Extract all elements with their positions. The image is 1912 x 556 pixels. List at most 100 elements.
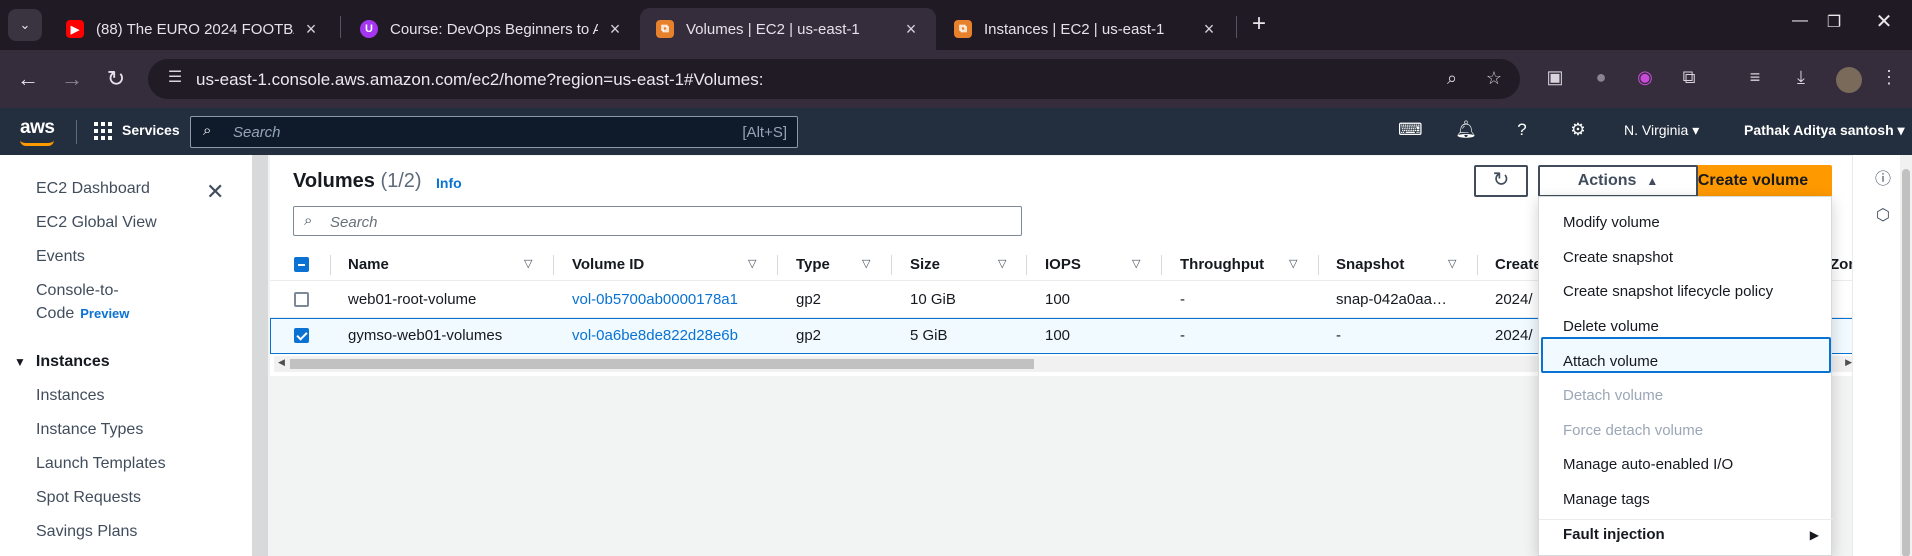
tab-youtube[interactable]: ▶ (88) The EURO 2024 FOOTBALL × (50, 8, 336, 50)
refresh-button[interactable]: ↻ (1474, 165, 1528, 197)
sort-icon[interactable]: ▽ (748, 257, 756, 270)
column-header-name[interactable]: Name (348, 256, 389, 273)
page-scrollbar[interactable] (1900, 155, 1912, 556)
close-icon[interactable]: × (1198, 19, 1220, 40)
extension-icon[interactable]: ● (1588, 67, 1614, 93)
new-tab-button[interactable]: + (1244, 10, 1274, 40)
preview-badge[interactable]: Preview (80, 306, 129, 321)
help-icon[interactable]: ? (1510, 120, 1534, 144)
close-icon[interactable]: × (900, 19, 922, 40)
column-header-created[interactable]: Create (1495, 256, 1542, 273)
menu-item-manage-tags[interactable]: Manage tags (1563, 491, 1650, 508)
column-header-throughput[interactable]: Throughput (1180, 256, 1264, 273)
profile-avatar[interactable] (1836, 67, 1862, 93)
udemy-icon: U (360, 20, 378, 38)
column-separator[interactable] (777, 255, 778, 275)
volume-id-link[interactable]: vol-0b5700ab0000178a1 (572, 291, 738, 308)
actions-button[interactable]: Actions ▲ (1538, 165, 1698, 197)
browser-menu-icon[interactable]: ⋮ (1876, 67, 1902, 93)
column-separator[interactable] (891, 255, 892, 275)
media-icon[interactable]: ≡ (1742, 67, 1768, 93)
menu-item-create-lifecycle-policy[interactable]: Create snapshot lifecycle policy (1563, 283, 1773, 300)
settings-hex-icon[interactable]: ⬡ (1873, 205, 1893, 225)
scroll-right-arrow-icon[interactable]: ▶ (1845, 357, 1852, 368)
search-input[interactable]: ⌕ Search (293, 206, 1022, 236)
sidebar-item-savings-plans[interactable]: Savings Plans (36, 523, 137, 541)
sidebar-section-instances[interactable]: ▼ Instances (14, 353, 110, 371)
sidebar-item-launch-templates[interactable]: Launch Templates (36, 455, 166, 473)
close-icon[interactable]: × (604, 19, 626, 40)
info-link[interactable]: Info (436, 175, 462, 191)
menu-item-manage-auto-enabled-io[interactable]: Manage auto-enabled I/O (1563, 456, 1733, 473)
window-close-button[interactable]: ✕ (1864, 9, 1904, 34)
sort-icon[interactable]: ▽ (998, 257, 1006, 270)
menu-item-modify-volume[interactable]: Modify volume (1563, 214, 1660, 231)
scrollbar-thumb[interactable] (290, 359, 1034, 369)
scroll-left-arrow-icon[interactable]: ◀ (278, 357, 285, 368)
row-checkbox[interactable] (294, 328, 309, 343)
account-menu[interactable]: Pathak Aditya santosh ▾ (1744, 122, 1905, 139)
column-separator[interactable] (1318, 255, 1319, 275)
address-bar[interactable]: ☰ us-east-1.console.aws.amazon.com/ec2/h… (148, 59, 1520, 99)
services-grid-icon[interactable] (94, 122, 112, 140)
sidebar-item-ec2-dashboard[interactable]: EC2 Dashboard (36, 180, 150, 198)
sidebar-item-instance-types[interactable]: Instance Types (36, 421, 143, 439)
column-separator[interactable] (1026, 255, 1027, 275)
actions-dropdown-menu: Modify volume Create snapshot Create sna… (1538, 196, 1833, 556)
sort-icon[interactable]: ▽ (1132, 257, 1140, 270)
sidebar-item-events[interactable]: Events (36, 248, 85, 266)
close-icon[interactable]: ✕ (206, 179, 224, 205)
column-header-type[interactable]: Type (796, 256, 830, 273)
back-button[interactable]: ← (14, 66, 42, 94)
sidebar-item-instances[interactable]: Instances (36, 387, 104, 405)
extension-icon[interactable]: ▣ (1542, 67, 1568, 93)
select-all-checkbox[interactable] (294, 257, 309, 272)
site-info-icon[interactable]: ☰ (162, 67, 188, 91)
menu-item-attach-volume[interactable]: Attach volume (1563, 353, 1658, 370)
vpn-extension-icon[interactable]: ◉ (1632, 67, 1658, 93)
notifications-bell-icon[interactable]: 🔔︎ (1454, 120, 1478, 144)
aws-search-input[interactable]: ⌕ Search [Alt+S] (190, 116, 798, 148)
tab-title: Volumes | EC2 | us-east-1 (686, 20, 860, 38)
column-header-size[interactable]: Size (910, 256, 940, 273)
info-icon[interactable]: ⓘ (1873, 165, 1893, 188)
menu-item-fault-injection[interactable]: Fault injection (1563, 526, 1665, 543)
aws-logo[interactable]: aws (20, 117, 55, 139)
column-header-iops[interactable]: IOPS (1045, 256, 1081, 273)
tab-instances[interactable]: ⧉ Instances | EC2 | us-east-1 × (938, 8, 1234, 50)
bookmark-star-icon[interactable]: ☆ (1482, 68, 1506, 92)
column-separator[interactable] (553, 255, 554, 275)
settings-gear-icon[interactable]: ⚙ (1566, 120, 1590, 144)
sidebar-item-console-to-code[interactable]: Console-to- (36, 282, 119, 300)
sort-icon[interactable]: ▽ (862, 257, 870, 270)
column-separator[interactable] (1477, 255, 1478, 275)
sort-icon[interactable]: ▽ (1289, 257, 1297, 270)
puzzle-icon[interactable]: ⧉ (1676, 67, 1702, 93)
column-header-volume-id[interactable]: Volume ID (572, 256, 644, 273)
sidebar-item-console-to-code-line2[interactable]: Code Preview (36, 305, 129, 323)
download-icon[interactable]: ⤓ (1788, 67, 1814, 93)
zoom-icon[interactable]: ⌕ (1440, 68, 1464, 92)
menu-item-delete-volume[interactable]: Delete volume (1563, 318, 1659, 335)
forward-button[interactable]: → (58, 66, 86, 94)
cloudshell-icon[interactable]: ⌨ (1398, 120, 1423, 144)
tab-udemy[interactable]: U Course: DevOps Beginners to A × (344, 8, 640, 50)
sort-icon[interactable]: ▽ (524, 257, 532, 270)
column-header-snapshot[interactable]: Snapshot (1336, 256, 1404, 273)
maximize-button[interactable]: ❐ (1814, 12, 1854, 32)
tab-search-button[interactable]: ⌄ (8, 9, 42, 41)
close-icon[interactable]: × (300, 19, 322, 40)
tab-volumes[interactable]: ⧉ Volumes | EC2 | us-east-1 × (640, 8, 936, 50)
services-menu[interactable]: Services (122, 122, 180, 138)
menu-item-create-snapshot[interactable]: Create snapshot (1563, 249, 1673, 266)
volume-id-link[interactable]: vol-0a6be8de822d28e6b (572, 327, 738, 344)
sidebar-item-spot-requests[interactable]: Spot Requests (36, 489, 141, 507)
scrollbar-thumb[interactable] (1902, 169, 1910, 556)
sidebar-scrollbar[interactable] (252, 155, 268, 556)
region-selector[interactable]: N. Virginia ▾ (1624, 122, 1699, 139)
sort-icon[interactable]: ▽ (1448, 257, 1456, 270)
sidebar-item-global-view[interactable]: EC2 Global View (36, 214, 157, 232)
column-separator[interactable] (1161, 255, 1162, 275)
row-checkbox[interactable] (294, 292, 309, 307)
reload-button[interactable]: ↻ (102, 66, 130, 94)
